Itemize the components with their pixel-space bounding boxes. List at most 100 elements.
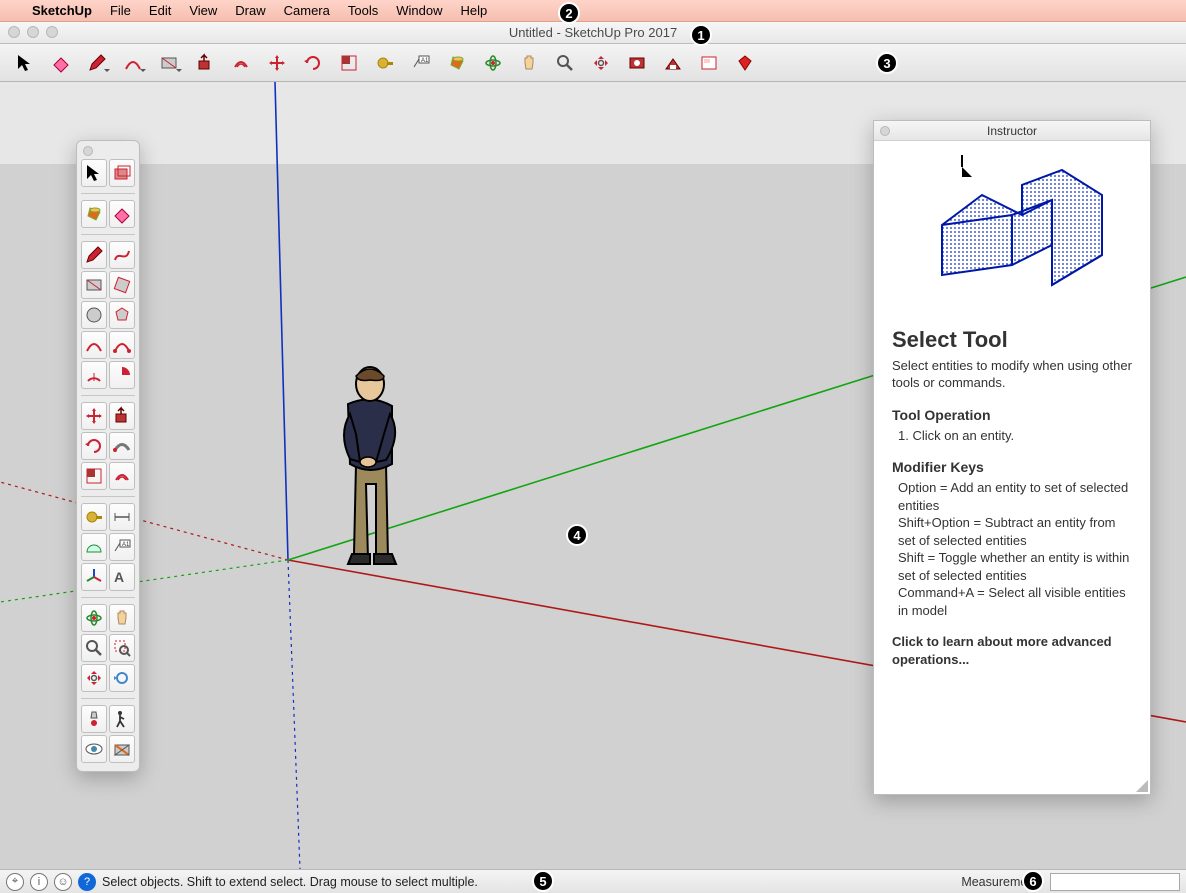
menu-camera[interactable]: Camera <box>284 3 330 18</box>
pushpull-tool[interactable] <box>190 49 220 77</box>
extension-warehouse-tool[interactable] <box>730 49 760 77</box>
instructor-mod-line: Command+A = Select all visible entities … <box>892 584 1132 619</box>
orbit-icon <box>84 608 104 628</box>
offset-tool[interactable] <box>109 462 135 490</box>
position-camera-tool[interactable] <box>81 705 107 733</box>
shape-tool[interactable] <box>154 49 184 77</box>
menu-tools[interactable]: Tools <box>348 3 378 18</box>
protractor-tool[interactable] <box>81 533 107 561</box>
pan-tool[interactable] <box>109 604 135 632</box>
orbit-tool[interactable] <box>81 604 107 632</box>
offset-tool[interactable] <box>226 49 256 77</box>
large-toolset-palette[interactable]: A1 A <box>76 140 140 772</box>
rotate-icon <box>303 53 323 73</box>
scale-tool[interactable] <box>81 462 107 490</box>
select-tool[interactable] <box>81 159 107 187</box>
zoom-tool[interactable] <box>550 49 580 77</box>
menu-edit[interactable]: Edit <box>149 3 171 18</box>
followme-tool[interactable] <box>109 432 135 460</box>
menu-view[interactable]: View <box>189 3 217 18</box>
zoom-extents-tool[interactable] <box>81 664 107 692</box>
instructor-mod-heading: Modifier Keys <box>892 458 1132 477</box>
rectangle-tool[interactable] <box>81 271 107 299</box>
tape-tool[interactable] <box>81 503 107 531</box>
freehand-tool[interactable] <box>109 241 135 269</box>
pan-tool[interactable] <box>514 49 544 77</box>
add-location-tool[interactable] <box>622 49 652 77</box>
instructor-close-button[interactable] <box>880 126 890 136</box>
text-icon: A1 <box>411 53 431 73</box>
rotate-tool[interactable] <box>298 49 328 77</box>
eraser-tool[interactable] <box>46 49 76 77</box>
dimension-tool[interactable] <box>109 503 135 531</box>
text-tool[interactable]: A1 <box>109 533 135 561</box>
app-menu[interactable]: SketchUp <box>32 3 92 18</box>
arc2-tool[interactable] <box>109 331 135 359</box>
polygon-tool[interactable] <box>109 301 135 329</box>
macos-menubar: SketchUp File Edit View Draw Camera Tool… <box>0 0 1186 22</box>
move-icon <box>267 53 287 73</box>
svg-text:A1: A1 <box>122 542 130 548</box>
poscam-icon <box>84 709 104 729</box>
menu-window[interactable]: Window <box>396 3 442 18</box>
callout-badge: 4 <box>566 524 588 546</box>
arc-icon <box>84 335 104 355</box>
look-around-tool[interactable] <box>81 735 107 763</box>
menu-draw[interactable]: Draw <box>235 3 265 18</box>
zoom-tool[interactable] <box>81 634 107 662</box>
window-zoom-button[interactable] <box>46 26 58 38</box>
freehand-icon <box>112 245 132 265</box>
window-minimize-button[interactable] <box>27 26 39 38</box>
help-icon[interactable]: ? <box>78 873 96 891</box>
circle-tool[interactable] <box>81 301 107 329</box>
paint-bucket-tool[interactable] <box>81 200 107 228</box>
paint-tool[interactable] <box>442 49 472 77</box>
previous-tool[interactable] <box>109 664 135 692</box>
zoom-extents-tool[interactable] <box>586 49 616 77</box>
text-tool[interactable]: A1 <box>406 49 436 77</box>
warehouse-tool[interactable] <box>658 49 688 77</box>
menu-file[interactable]: File <box>110 3 131 18</box>
svg-text:A: A <box>114 569 124 585</box>
rotated-rect-tool[interactable] <box>109 271 135 299</box>
arc-tool[interactable] <box>81 331 107 359</box>
tape-tool[interactable] <box>370 49 400 77</box>
layout-icon <box>699 53 719 73</box>
line-tool[interactable] <box>81 241 107 269</box>
orbit-tool[interactable] <box>478 49 508 77</box>
window-close-button[interactable] <box>8 26 20 38</box>
rotate-tool[interactable] <box>81 432 107 460</box>
instructor-panel[interactable]: Instructor Select Tool Select entities t… <box>873 120 1151 795</box>
move-tool[interactable] <box>81 402 107 430</box>
arc3-tool[interactable] <box>81 361 107 389</box>
layout-tool[interactable] <box>694 49 724 77</box>
geolocation-icon[interactable]: ⌖ <box>6 873 24 891</box>
axes-icon <box>84 567 104 587</box>
credits-icon[interactable]: i <box>30 873 48 891</box>
warehouse-icon <box>663 53 683 73</box>
menu-help[interactable]: Help <box>460 3 487 18</box>
callout-badge: 6 <box>1022 870 1044 892</box>
zoomext-icon <box>591 53 611 73</box>
axes-tool[interactable] <box>81 563 107 591</box>
instructor-resize-handle[interactable] <box>1136 780 1148 792</box>
pushpull-tool[interactable] <box>109 402 135 430</box>
3dtext-tool[interactable]: A <box>109 563 135 591</box>
move-tool[interactable] <box>262 49 292 77</box>
scale-figure <box>326 364 416 569</box>
arc-tool[interactable] <box>118 49 148 77</box>
move-icon <box>84 406 104 426</box>
scale-tool[interactable] <box>334 49 364 77</box>
section-plane-tool[interactable] <box>109 735 135 763</box>
pie-tool[interactable] <box>109 361 135 389</box>
select-tool[interactable] <box>10 49 40 77</box>
instructor-more-link[interactable]: Click to learn about more advanced opera… <box>892 633 1132 668</box>
line-tool[interactable] <box>82 49 112 77</box>
zoom-window-tool[interactable] <box>109 634 135 662</box>
signin-icon[interactable]: ☺ <box>54 873 72 891</box>
measurements-input[interactable] <box>1050 873 1180 891</box>
make-component[interactable] <box>109 159 135 187</box>
palette-close-button[interactable] <box>83 146 93 156</box>
walk-tool[interactable] <box>109 705 135 733</box>
eraser-tool[interactable] <box>109 200 135 228</box>
